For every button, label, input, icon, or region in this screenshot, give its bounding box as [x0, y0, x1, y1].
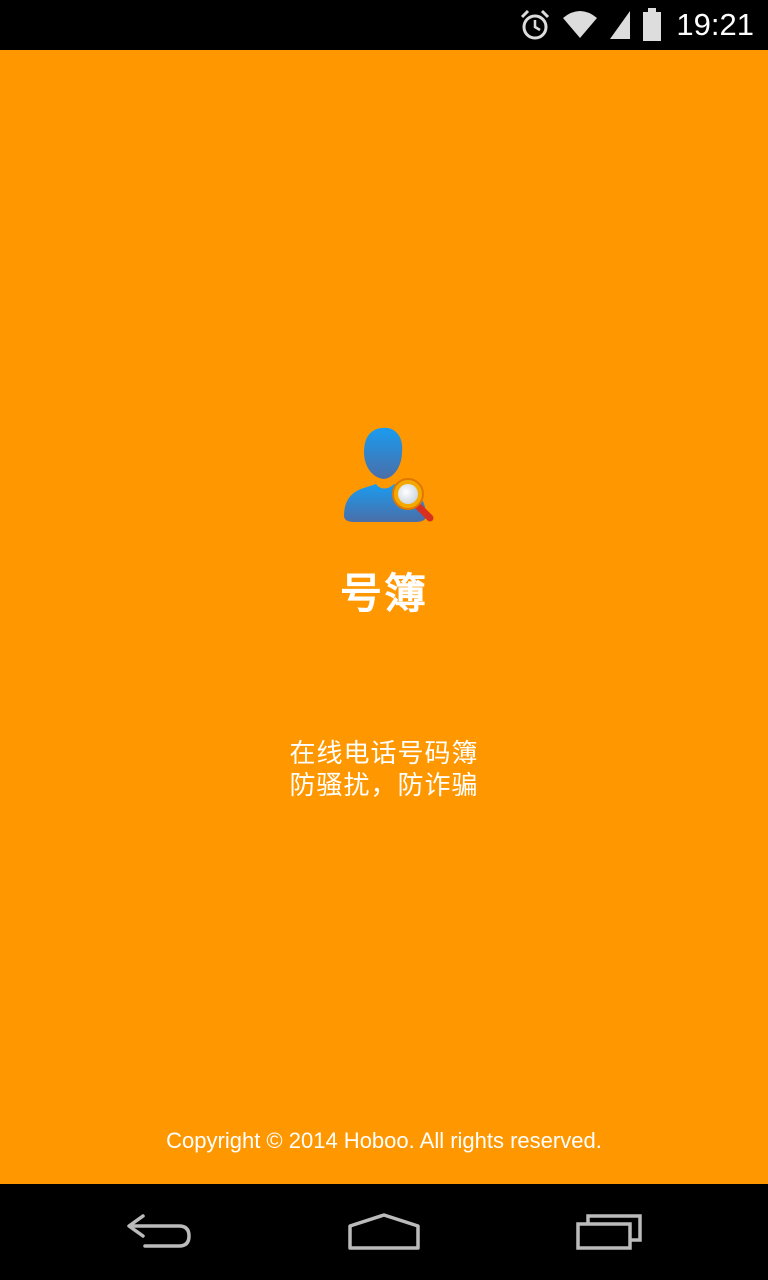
wifi-icon [563, 11, 598, 38]
tagline-line-1: 在线电话号码簿 [289, 739, 479, 769]
splash-screen: 号簿 在线电话号码簿 防骚扰，防诈骗 Copyright © 2014 Hobo… [0, 50, 768, 1184]
navigation-bar [0, 1184, 768, 1280]
home-icon [348, 1213, 420, 1250]
status-bar: 19:21 [0, 0, 768, 50]
alarm-icon [521, 9, 550, 40]
contact-search-icon [344, 427, 434, 522]
copyright-text: Copyright © 2014 Hoboo. All rights reser… [166, 1128, 602, 1153]
tagline: 在线电话号码簿 防骚扰，防诈骗 [0, 738, 768, 802]
status-time: 19:21 [676, 7, 754, 42]
battery-icon [643, 8, 662, 41]
status-icons: 19:21 [518, 0, 754, 50]
app-name: 号簿 [339, 569, 428, 618]
home-button[interactable] [304, 1184, 464, 1280]
tagline-line-2: 防骚扰，防诈骗 [289, 771, 479, 801]
back-button[interactable] [80, 1184, 240, 1280]
back-icon [127, 1214, 191, 1248]
recents-icon [576, 1214, 642, 1250]
recents-button[interactable] [530, 1184, 690, 1280]
signal-icon [610, 11, 631, 39]
